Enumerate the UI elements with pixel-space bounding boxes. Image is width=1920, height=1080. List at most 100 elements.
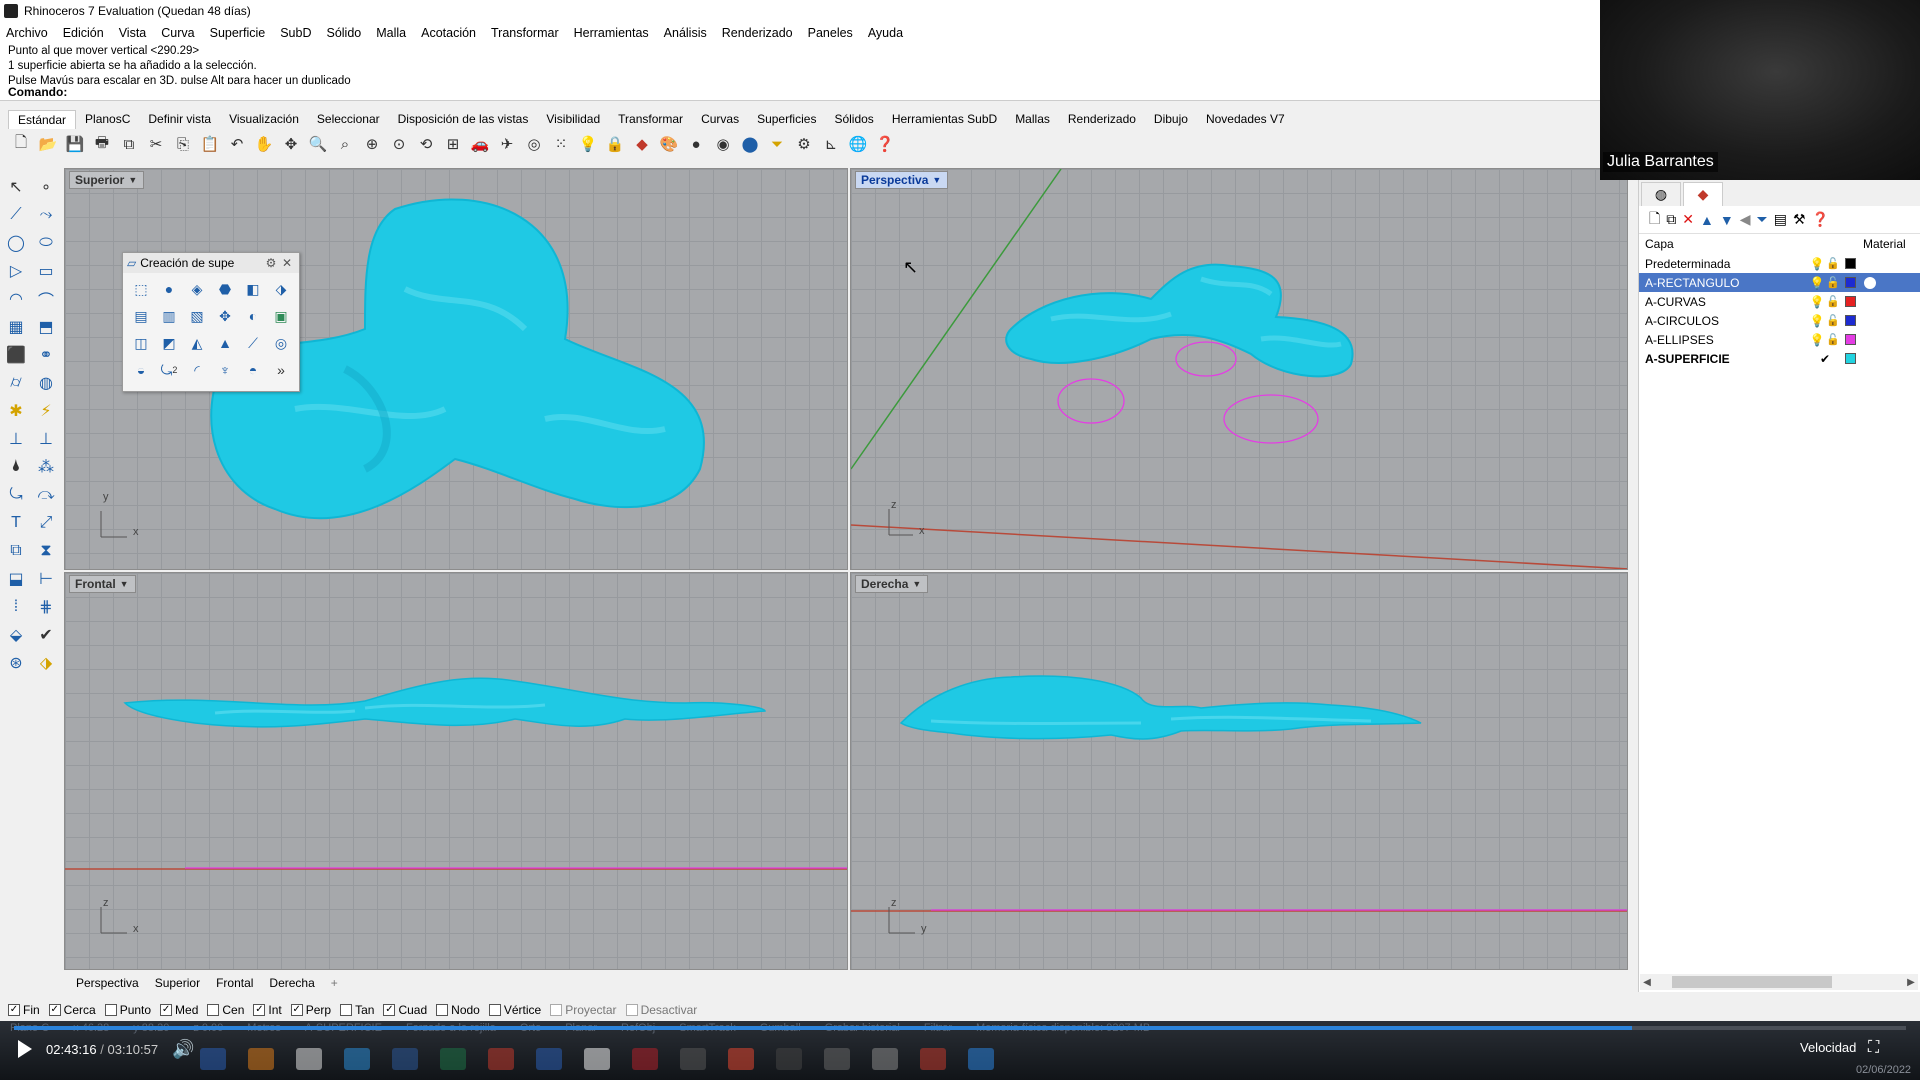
- move-down-icon[interactable]: ▼: [1720, 212, 1734, 228]
- pan-hand-icon[interactable]: ✋: [253, 133, 275, 155]
- taskbar-app-icon[interactable]: [872, 1048, 898, 1070]
- blend-surface-icon[interactable]: ⤿ 2: [157, 358, 181, 382]
- layer-color-swatch[interactable]: [1845, 296, 1856, 307]
- layer-row[interactable]: A-CIRCULOS 💡 🔓: [1639, 311, 1920, 330]
- sphere-surface-icon[interactable]: ●: [157, 277, 181, 301]
- edge-surface-icon[interactable]: ◈: [185, 277, 209, 301]
- menu-item[interactable]: Herramientas: [574, 26, 649, 40]
- speed-label[interactable]: Velocidad: [1800, 1040, 1856, 1055]
- toolbar-tab[interactable]: Superficies: [748, 110, 825, 128]
- menu-item[interactable]: Ayuda: [868, 26, 903, 40]
- layer-color-swatch[interactable]: [1845, 315, 1856, 326]
- text-icon[interactable]: T: [3, 510, 29, 535]
- dome-icon[interactable]: ◓: [241, 358, 265, 382]
- taskbar-app-icon[interactable]: [632, 1048, 658, 1070]
- paint-icon[interactable]: 🌢: [3, 454, 29, 479]
- layer-color-swatch[interactable]: [1845, 334, 1856, 345]
- menu-item[interactable]: Análisis: [664, 26, 707, 40]
- move-left-icon[interactable]: ◀: [1740, 211, 1751, 228]
- taskbar-app-icon[interactable]: [824, 1048, 850, 1070]
- osnap-fin[interactable]: ✓ Fin: [8, 1003, 40, 1017]
- print-icon[interactable]: 🖶: [91, 133, 113, 155]
- plane-icon[interactable]: ✈: [496, 133, 518, 155]
- open-file-icon[interactable]: 📂: [37, 133, 59, 155]
- surface-creation-panel[interactable]: ▱ Creación de supe ⚙ ✕ ⬚ ● ◈ ⬣ ◧ ⬗ ▤ ▥ ▧…: [122, 252, 300, 392]
- options-gear-icon[interactable]: ⚙: [793, 133, 815, 155]
- menu-item[interactable]: Curva: [161, 26, 194, 40]
- layers-icon[interactable]: ◆: [631, 133, 653, 155]
- taskbar-app-icon[interactable]: [920, 1048, 946, 1070]
- layer-color-swatch[interactable]: [1845, 353, 1856, 364]
- cut-icon[interactable]: ✂: [145, 133, 167, 155]
- box-icon[interactable]: ⬛: [3, 342, 29, 367]
- osnap-vertice[interactable]: Vértice: [488, 1003, 541, 1017]
- rail-revolve-icon[interactable]: ◩: [157, 331, 181, 355]
- osnap-checkbox[interactable]: [104, 1004, 117, 1016]
- toolbar-tab[interactable]: Disposición de las vistas: [389, 110, 538, 128]
- osnap-checkbox[interactable]: [550, 1004, 563, 1016]
- taskbar-app-icon[interactable]: [488, 1048, 514, 1070]
- close-icon[interactable]: ✕: [279, 256, 295, 270]
- move-tool-icon[interactable]: ⊥: [33, 426, 59, 451]
- delete-layer-icon[interactable]: ✕: [1682, 211, 1694, 228]
- taskbar-app-icon[interactable]: [392, 1048, 418, 1070]
- select-arrow-icon[interactable]: ↖: [3, 174, 29, 199]
- osnap-checkbox[interactable]: ✓: [383, 1004, 396, 1016]
- viewport-perspective[interactable]: z x ↖ Perspectiva ▼: [850, 168, 1628, 570]
- layer-row[interactable]: A-ELLIPSES 💡 🔓: [1639, 330, 1920, 349]
- viewport-front[interactable]: z x Frontal ▼: [64, 572, 848, 970]
- scale-icon[interactable]: ⤢: [33, 510, 59, 535]
- filter-icon[interactable]: ⏷: [1757, 211, 1768, 228]
- osnap-checkbox[interactable]: ✓: [48, 1004, 61, 1016]
- four-viewports-icon[interactable]: ⊞: [442, 133, 464, 155]
- toolbar-tab[interactable]: Visualización: [220, 110, 308, 128]
- toolbar-tab[interactable]: Seleccionar: [308, 110, 389, 128]
- new-layer-icon[interactable]: 🗋: [1649, 208, 1660, 232]
- taskbar-app-icon[interactable]: [680, 1048, 706, 1070]
- loft-surface-icon[interactable]: ⬗: [269, 277, 293, 301]
- visibility-bulb-icon[interactable]: 💡: [1809, 295, 1825, 309]
- rectangle-icon[interactable]: ▭: [33, 258, 59, 283]
- lock-icon[interactable]: 🔓: [1825, 333, 1841, 346]
- osnap-checkbox[interactable]: [207, 1004, 220, 1016]
- mirror-icon[interactable]: ⧗: [33, 538, 59, 563]
- more-tools-icon[interactable]: »: [269, 358, 293, 382]
- taskbar-app-icon[interactable]: [968, 1048, 994, 1070]
- taskbar-app-icon[interactable]: [344, 1048, 370, 1070]
- patch-surface-icon[interactable]: ⬣: [213, 277, 237, 301]
- viewport-label-perspective[interactable]: Perspectiva ▼: [855, 171, 949, 189]
- menu-item[interactable]: Vista: [119, 26, 147, 40]
- surface-from-points-icon[interactable]: ⬚: [129, 277, 153, 301]
- tree-surface-icon[interactable]: ♆: [213, 358, 237, 382]
- blend-icon[interactable]: ⤿: [3, 482, 29, 507]
- osnap-tan[interactable]: Tan: [340, 1003, 374, 1017]
- undo-icon[interactable]: ↶: [226, 133, 248, 155]
- osnap-proyectar[interactable]: Proyectar: [550, 1003, 617, 1017]
- visibility-bulb-icon[interactable]: 💡: [1809, 257, 1825, 271]
- menu-item[interactable]: Malla: [376, 26, 406, 40]
- measure-icon[interactable]: ⊢: [33, 566, 59, 591]
- add-viewport-icon[interactable]: +: [323, 974, 346, 992]
- torus-icon[interactable]: ◎: [269, 331, 293, 355]
- osnap-int[interactable]: ✓ Int: [253, 1003, 282, 1017]
- menu-item[interactable]: Acotación: [421, 26, 476, 40]
- osnap-icon[interactable]: ◎: [523, 133, 545, 155]
- light-bulb-icon[interactable]: 💡: [577, 133, 599, 155]
- osnap-checkbox[interactable]: ✓: [253, 1004, 266, 1016]
- scroll-left-icon[interactable]: ◀: [1640, 977, 1654, 988]
- extrude-icon[interactable]: ⬒: [33, 314, 59, 339]
- new-file-icon[interactable]: 🗋: [10, 133, 32, 155]
- grid-snap-icon[interactable]: ⁙: [550, 133, 572, 155]
- osnap-punto[interactable]: Punto: [104, 1003, 151, 1017]
- layer-color-swatch[interactable]: [1845, 258, 1856, 269]
- layer-row[interactable]: Predeterminada 💡 🔓: [1639, 254, 1920, 273]
- sweep2-icon[interactable]: ▧: [185, 304, 209, 328]
- export-icon[interactable]: ⧉: [118, 133, 140, 155]
- osnap-cerca[interactable]: ✓ Cerca: [48, 1003, 96, 1017]
- mesh-edit-icon[interactable]: ⚡: [33, 398, 59, 423]
- viewport-label-front[interactable]: Frontal ▼: [69, 575, 136, 593]
- block-icon[interactable]: ⬓: [3, 566, 29, 591]
- tree-icon[interactable]: ⋕: [33, 594, 59, 619]
- mesh-icon[interactable]: ✱: [3, 398, 29, 423]
- zoom-extents-icon[interactable]: ⊕: [361, 133, 383, 155]
